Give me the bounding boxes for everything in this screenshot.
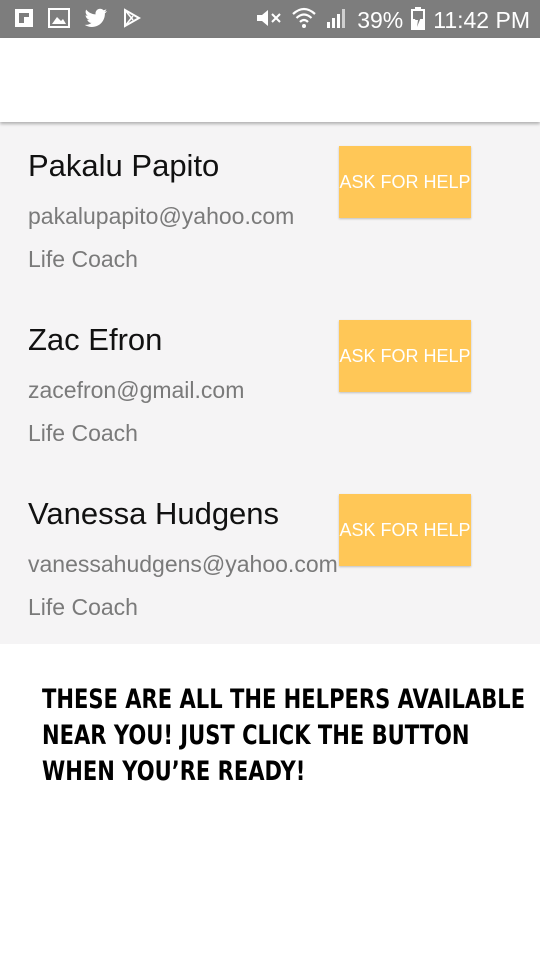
message-line: THESE ARE ALL THE HELPERS AVAILABLE [42, 684, 526, 715]
clock: 11:42 PM [433, 7, 530, 33]
battery-percentage: 39% [357, 7, 404, 33]
status-bar: 39% 11:42 PM [0, 0, 540, 38]
gallery-icon [48, 8, 70, 28]
play-store-icon [122, 8, 142, 28]
helper-card: Zac Efron zacefron@gmail.com Life Coach … [0, 296, 540, 470]
signal-icon [325, 6, 349, 35]
helper-email: zacefron@gmail.com [28, 377, 245, 403]
battery-charging-icon [411, 6, 426, 35]
helper-email: vanessahudgens@yahoo.com [28, 551, 338, 577]
helper-email: pakalupapito@yahoo.com [28, 203, 295, 229]
notification-icons [14, 8, 142, 28]
twitter-icon [84, 8, 108, 28]
helper-name: Vanessa Hudgens [28, 496, 280, 531]
helpers-message: THESE ARE ALL THE HELPERS AVAILABLE NEAR… [42, 682, 526, 790]
wifi-icon [291, 6, 317, 35]
mute-icon [255, 7, 283, 34]
ask-for-help-button[interactable]: ASK FOR HELP [339, 320, 471, 392]
app-toolbar [0, 38, 540, 122]
ask-for-help-button[interactable]: ASK FOR HELP [339, 494, 471, 566]
helper-name: Zac Efron [28, 322, 163, 357]
helper-role: Life Coach [28, 594, 138, 620]
helper-role: Life Coach [28, 246, 138, 272]
helper-card: Pakalu Papito pakalupapito@yahoo.com Lif… [0, 122, 540, 296]
helper-name: Pakalu Papito [28, 148, 220, 183]
helper-card: Vanessa Hudgens vanessahudgens@yahoo.com… [0, 470, 540, 644]
helpers-list: Pakalu Papito pakalupapito@yahoo.com Lif… [0, 122, 540, 644]
system-indicators: 39% 11:42 PM [255, 6, 530, 35]
ask-for-help-button[interactable]: ASK FOR HELP [339, 146, 471, 218]
message-line: WHEN YOU’RE READY! [42, 756, 306, 787]
message-line: NEAR YOU! JUST CLICK THE BUTTON [42, 720, 470, 751]
helper-role: Life Coach [28, 420, 138, 446]
flipboard-icon [14, 8, 34, 28]
